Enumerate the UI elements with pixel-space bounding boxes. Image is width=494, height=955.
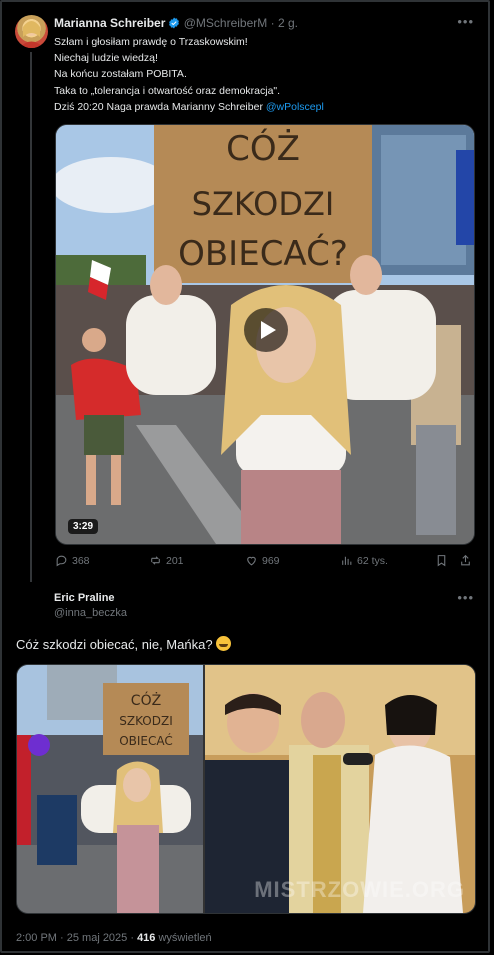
repost-count: 201 <box>166 554 184 567</box>
author-name[interactable]: Eric Praline <box>54 592 127 604</box>
reply-button[interactable]: 368 <box>55 554 90 567</box>
repost-icon <box>151 556 160 565</box>
views-icon <box>342 556 352 565</box>
tweet-line: Niechaj ludzie wiedzą! <box>54 52 158 65</box>
tweet-footer: 2:00 PM · 25 maj 2025 · 416 wyświetleń <box>16 932 212 944</box>
more-icon[interactable]: ••• <box>457 14 474 29</box>
reply-count: 368 <box>72 554 90 567</box>
tweet-actions: 368 201 969 62 tys. <box>55 554 475 572</box>
sign-text-line: SZKODZI <box>119 714 173 728</box>
author-name[interactable]: Marianna Schreiber <box>54 16 165 30</box>
more-icon[interactable]: ••• <box>457 590 474 605</box>
verified-badge-icon <box>169 17 180 29</box>
share-button[interactable] <box>459 554 472 567</box>
video-player[interactable]: CÓŻ SZKODZI OBIECAĆ? 3:29 <box>55 124 475 545</box>
wedding-image-panel <box>205 665 475 913</box>
views-button[interactable]: 62 tys. <box>340 554 388 567</box>
footer-time[interactable]: 2:00 PM · 25 maj 2025 · <box>16 932 137 944</box>
views-count: 62 tys. <box>357 554 388 567</box>
laughing-emoji-icon <box>216 636 232 651</box>
sign-text-line: OBIECAĆ <box>119 733 173 748</box>
sign-text-line: CÓŻ <box>131 691 161 709</box>
share-icon <box>461 554 470 566</box>
watermark: MISTRZOWIE.ORG <box>254 877 465 902</box>
bookmark-icon <box>437 555 446 567</box>
footer-views-count: 416 <box>137 932 156 944</box>
sign-text-line: CÓŻ <box>226 128 300 169</box>
play-icon[interactable] <box>244 308 288 352</box>
avatar[interactable] <box>15 15 48 48</box>
tweet-header: Marianna Schreiber @MSchreiberM · 2 g. <box>54 16 298 30</box>
author-handle[interactable]: @inna_beczka <box>54 607 127 619</box>
footer-views-label: wyświetleń <box>155 932 212 944</box>
thread-line <box>30 52 32 582</box>
tweet-line: Szłam i głosiłam prawdę o Trzaskowskim! <box>54 36 248 48</box>
tweet-line-text: Dziś 20:20 Naga prawda Marianny Schreibe… <box>54 100 266 113</box>
tweet-text-content: Cóż szkodzi obiecać, nie, Mańka? <box>16 637 217 652</box>
sign-text-line: SZKODZI <box>192 185 335 223</box>
repost-button[interactable]: 201 <box>149 554 184 567</box>
tweet-line: Taka to „tolerancja i otwartość oraz dem… <box>54 84 281 97</box>
tweet-line: Dziś 20:20 Naga prawda Marianny Schreibe… <box>54 99 474 115</box>
tweet-image[interactable]: CÓŻ SZKODZI OBIECAĆ MISTRZOWIE.ORG <box>16 664 476 914</box>
tweet-text: Cóż szkodzi obiecać, nie, Mańka? <box>16 636 232 652</box>
mention-link[interactable]: @wPolscepl <box>266 101 324 113</box>
author-handle[interactable]: @MSchreiberM <box>184 16 268 30</box>
sign-text-line: OBIECAĆ? <box>178 233 348 274</box>
protest-image-panel: CÓŻ SZKODZI OBIECAĆ <box>17 665 203 913</box>
like-button[interactable]: 969 <box>245 554 280 567</box>
bookmark-button[interactable] <box>435 554 448 567</box>
avatar[interactable] <box>15 594 48 627</box>
tweet-line: Na końcu zostałam POBITA. <box>54 68 187 81</box>
tweet-header: Eric Praline @inna_beczka <box>54 592 127 619</box>
tweet-text: Szłam i głosiłam prawdę o Trzaskowskim! … <box>54 34 474 115</box>
tweet-age[interactable]: 2 g. <box>278 16 298 30</box>
reply-icon <box>56 555 67 567</box>
like-icon <box>247 556 256 566</box>
video-duration: 3:29 <box>68 519 99 534</box>
like-count: 969 <box>262 554 280 567</box>
separator-dot: · <box>270 16 275 30</box>
